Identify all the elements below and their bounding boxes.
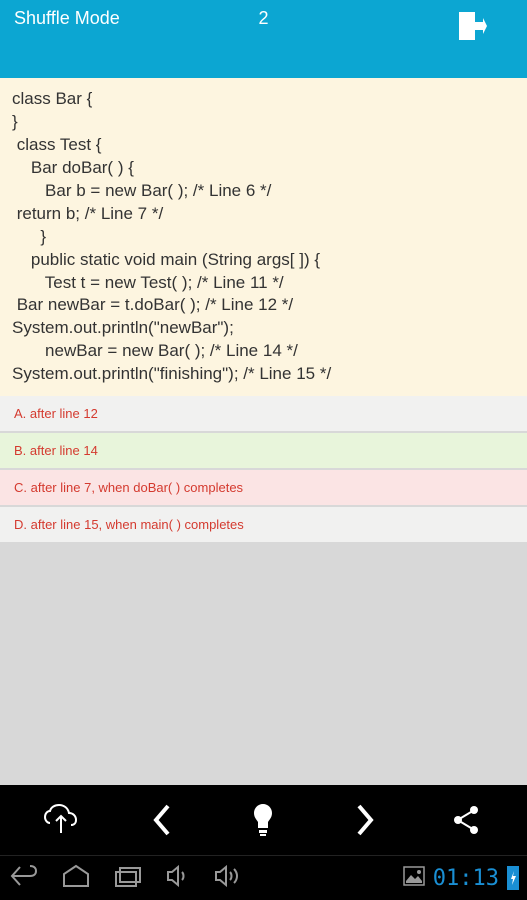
- code-block: class Bar { } class Test { Bar doBar( ) …: [0, 78, 527, 396]
- bottom-nav: [0, 785, 527, 855]
- answer-option-c[interactable]: C. after line 7, when doBar( ) completes: [0, 470, 527, 507]
- answers-list: A. after line 12 B. after line 14 C. aft…: [0, 396, 527, 544]
- answer-option-b[interactable]: B. after line 14: [0, 433, 527, 470]
- code-line: }: [12, 226, 515, 249]
- code-line: Bar doBar( ) {: [12, 157, 515, 180]
- app-header: Shuffle Mode 2: [0, 0, 527, 78]
- home-nav-icon[interactable]: [60, 864, 92, 893]
- volume-up-icon[interactable]: [212, 864, 244, 893]
- status-bar: 01:13: [0, 855, 527, 900]
- next-icon[interactable]: [345, 800, 385, 840]
- code-line: class Bar {: [12, 88, 515, 111]
- code-line: System.out.println("finishing"); /* Line…: [12, 363, 515, 386]
- prev-icon[interactable]: [142, 800, 182, 840]
- header-title: Shuffle Mode: [14, 8, 120, 29]
- battery-icon: [507, 866, 519, 890]
- code-line: class Test {: [12, 134, 515, 157]
- exit-icon[interactable]: [455, 10, 487, 47]
- code-line: }: [12, 111, 515, 134]
- share-icon[interactable]: [446, 800, 486, 840]
- code-line: System.out.println("newBar");: [12, 317, 515, 340]
- question-number: 2: [258, 8, 268, 29]
- content-spacer: [0, 544, 527, 785]
- code-line: return b; /* Line 7 */: [12, 203, 515, 226]
- code-line: newBar = new Bar( ); /* Line 14 */: [12, 340, 515, 363]
- upload-icon[interactable]: [41, 800, 81, 840]
- code-line: Bar newBar = t.doBar( ); /* Line 12 */: [12, 294, 515, 317]
- recent-nav-icon[interactable]: [112, 864, 144, 893]
- code-line: public static void main (String args[ ])…: [12, 249, 515, 272]
- back-nav-icon[interactable]: [8, 863, 40, 894]
- status-right: 01:13: [403, 866, 519, 891]
- nav-buttons: [8, 863, 244, 894]
- code-line: Bar b = new Bar( ); /* Line 6 */: [12, 180, 515, 203]
- gallery-icon: [403, 866, 425, 891]
- code-line: Test t = new Test( ); /* Line 11 */: [12, 272, 515, 295]
- volume-down-icon[interactable]: [164, 864, 192, 893]
- answer-option-a[interactable]: A. after line 12: [0, 396, 527, 433]
- status-time: 01:13: [433, 866, 499, 891]
- answer-option-d[interactable]: D. after line 15, when main( ) completes: [0, 507, 527, 544]
- hint-icon[interactable]: [243, 800, 283, 840]
